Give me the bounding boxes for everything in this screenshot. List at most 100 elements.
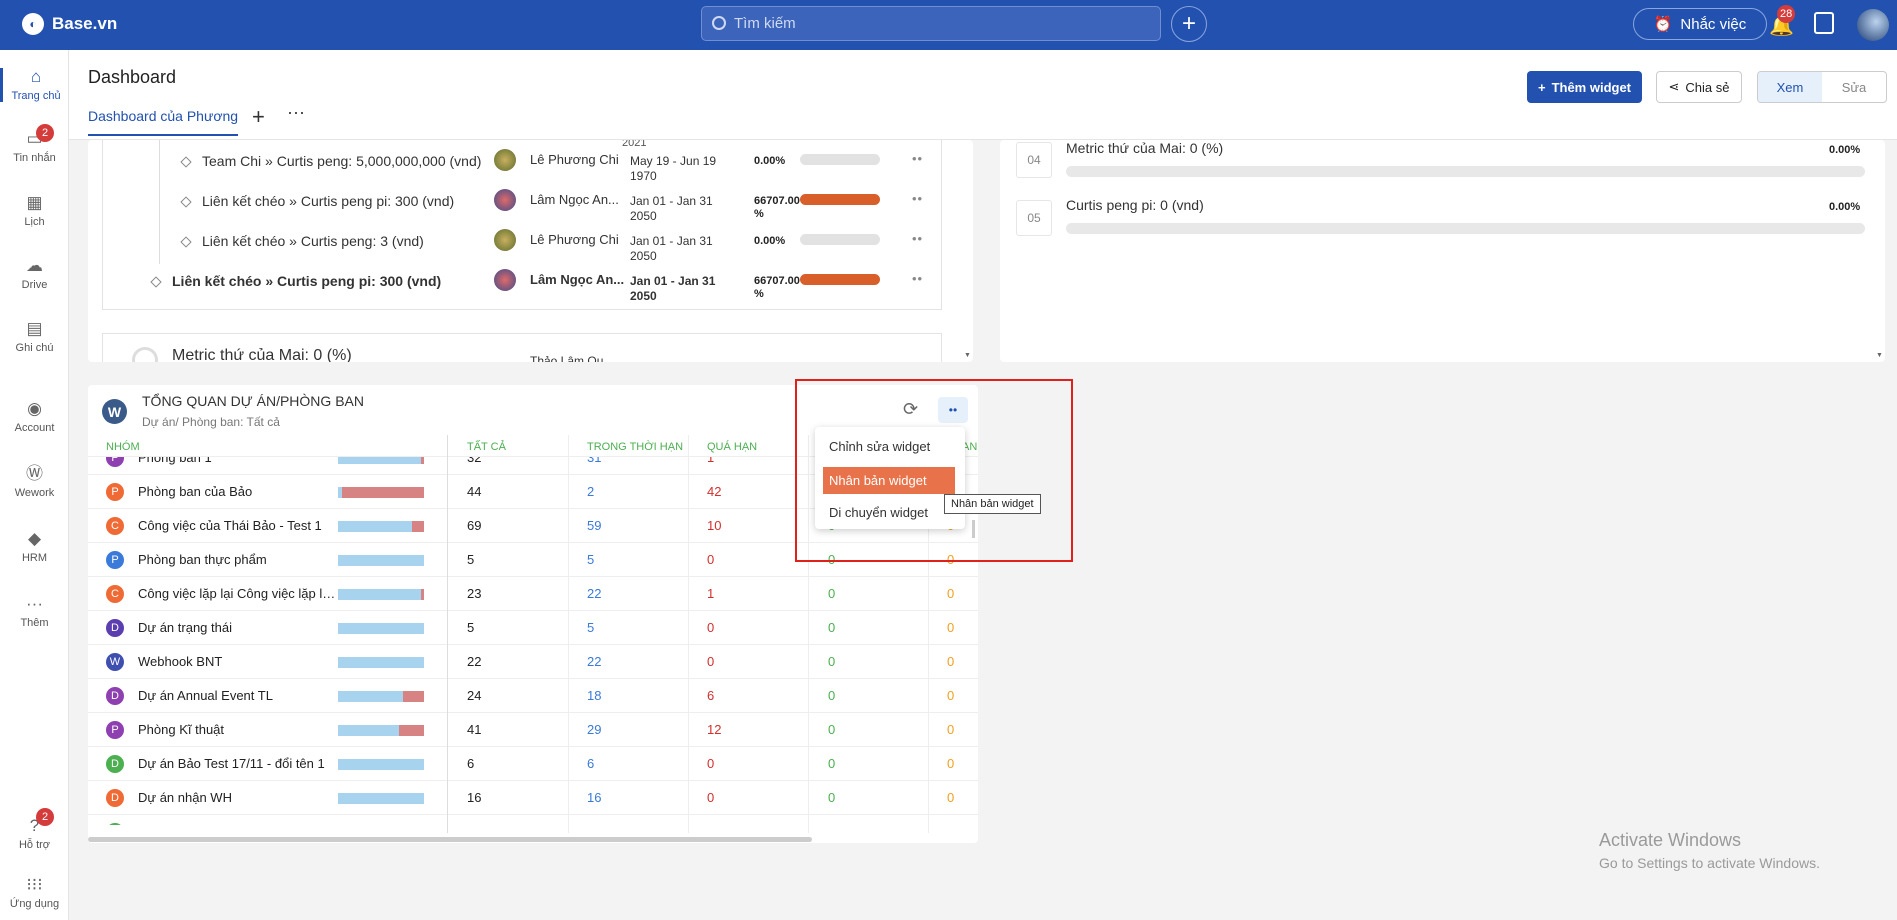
- table-row[interactable]: D Dự án nhận WH 16 16 0 0 0: [88, 781, 978, 815]
- share-button[interactable]: ⋖ Chia sẻ: [1656, 71, 1742, 103]
- sidebar-item-messages[interactable]: ▭ Tin nhắn: [0, 130, 69, 165]
- table-row[interactable]: D Dự án trạng thái 5 5 0 0 0: [88, 611, 978, 645]
- diamond-icon: [180, 156, 192, 168]
- edit-button[interactable]: Sửa: [1822, 72, 1886, 102]
- goal-row[interactable]: Liên kết chéo » Curtis peng pi: 300 (vnd…: [150, 273, 441, 289]
- group-name[interactable]: Công việc của Thái Bảo - Test 1: [138, 518, 338, 533]
- overdue-count: 42: [707, 484, 722, 499]
- alarm-icon: ⏰: [1653, 16, 1673, 33]
- sidebar-item-notes[interactable]: ▤ Ghi chú: [0, 319, 69, 355]
- row-menu-icon[interactable]: ••: [912, 271, 923, 286]
- column-header: NHÓM: [106, 441, 140, 453]
- table-row[interactable]: D Dự án Bảo Test 17/11 - đổi tên 1 6 6 0 0 0: [88, 747, 978, 781]
- row-menu-icon[interactable]: ••: [912, 231, 923, 246]
- table-row[interactable]: P Phòng Kĩ thuật 41 29 12 0 0: [88, 713, 978, 747]
- group-avatar: P: [106, 551, 124, 569]
- group-name[interactable]: Dự án nhận WH: [138, 790, 338, 805]
- create-button[interactable]: +: [1171, 6, 1207, 42]
- count-cell: 0: [828, 688, 836, 703]
- overdue-count: 3: [707, 824, 714, 825]
- total-count: 32: [467, 457, 482, 465]
- sidebar-item-account[interactable]: ◉ Account: [0, 400, 69, 435]
- windows-icon[interactable]: [1814, 12, 1834, 34]
- diamond-icon: [180, 196, 192, 208]
- table-row[interactable]: D Dự án Annual Event TL 24 18 6 0 0: [88, 679, 978, 713]
- avatar[interactable]: [1857, 9, 1889, 41]
- overdue-count: 0: [707, 552, 715, 567]
- view-button[interactable]: Xem: [1758, 72, 1822, 102]
- sidebar-item-apps[interactable]: ⁝⁝⁝ Ứng dụng: [0, 876, 69, 911]
- overdue-count: 0: [707, 790, 715, 805]
- remind-button[interactable]: ⏰ Nhắc việc: [1633, 8, 1767, 40]
- sidebar-item-more[interactable]: ··· Thêm: [0, 595, 69, 630]
- cut-date-text: 2021: [622, 140, 647, 149]
- goal-percent: 66707.00%: [754, 275, 800, 300]
- sidebar-item-calendar[interactable]: ▦ Lịch: [0, 194, 69, 229]
- group-progress-bar: [338, 589, 424, 600]
- group-avatar: C: [106, 823, 124, 825]
- group-progress-bar: [338, 657, 424, 668]
- goal-date: May 19 - Jun 19 1970: [630, 154, 717, 183]
- total-count: 22: [467, 654, 482, 669]
- widget-title: TỔNG QUAN DỰ ÁN/PHÒNG BAN: [142, 393, 364, 409]
- group-name[interactable]: Phòng ban 1: [138, 457, 338, 465]
- group-avatar: W: [106, 653, 124, 671]
- group-name[interactable]: Phòng Kĩ thuật: [138, 722, 338, 737]
- metric-progress-bar: [1066, 166, 1865, 177]
- count-cell: 0: [947, 722, 955, 737]
- metric-progress-bar: [1066, 223, 1865, 234]
- logo[interactable]: ◐ Base.vn: [22, 13, 117, 35]
- group-name[interactable]: Công việc của Hiền: [138, 824, 338, 825]
- on-time-count: 5: [587, 552, 595, 567]
- table-row[interactable]: C Công việc lặp lại Công việc lặp lại Côn…: [88, 577, 978, 611]
- group-name[interactable]: Công việc lặp lại Công việc lặp lại Công…: [138, 586, 338, 601]
- row-menu-icon[interactable]: ••: [912, 191, 923, 206]
- metric-percent: 0.00%: [1829, 144, 1861, 156]
- on-time-count: 59: [587, 518, 602, 533]
- group-progress-bar: [338, 457, 424, 464]
- search-input[interactable]: Tìm kiếm: [701, 6, 1161, 41]
- sidebar-item-drive[interactable]: ☁ Drive: [0, 257, 69, 292]
- add-tab-button[interactable]: +: [252, 104, 265, 130]
- scroll-down-icon[interactable]: ▼: [964, 352, 971, 359]
- sidebar-item-home[interactable]: ⌂ Trang chủ: [0, 68, 69, 102]
- count-cell: 0: [947, 620, 955, 635]
- tab-dashboard[interactable]: Dashboard của Phương: [88, 108, 239, 136]
- count-cell: 0: [828, 790, 836, 805]
- base-logo-icon: ◐: [22, 13, 44, 35]
- horizontal-scrollbar[interactable]: [88, 837, 812, 842]
- tab-more-button[interactable]: ···: [287, 102, 305, 123]
- group-name[interactable]: Phòng ban của Bảo: [138, 484, 338, 499]
- overdue-count: 1: [707, 457, 715, 465]
- scroll-down-icon[interactable]: ▼: [1876, 352, 1883, 359]
- sidebar-item-help[interactable]: ? Hỗ trợ: [0, 817, 69, 852]
- group-progress-bar: [338, 555, 424, 566]
- dashboard-header: Dashboard Dashboard của Phương + ··· + Th…: [69, 50, 1897, 140]
- total-count: 5: [467, 552, 475, 567]
- goal-percent: 0.00%: [754, 235, 786, 247]
- goal-row[interactable]: Liên kết chéo » Curtis peng: 3 (vnd): [180, 233, 424, 249]
- on-time-count: 29: [587, 722, 602, 737]
- group-name[interactable]: Phòng ban thực phẩm: [138, 552, 338, 567]
- sidebar-item-hrm[interactable]: ◆ HRM: [0, 530, 69, 565]
- table-row[interactable]: CCông việc của Hiền3027300: [88, 815, 978, 825]
- row-menu-icon[interactable]: ••: [912, 151, 923, 166]
- group-name[interactable]: Dự án trạng thái: [138, 620, 338, 635]
- goal-row[interactable]: Team Chi » Curtis peng: 5,000,000,000 (v…: [180, 153, 481, 169]
- help-badge: 2: [36, 808, 54, 826]
- count-cell: 0: [828, 824, 835, 825]
- group-name[interactable]: Dự án Annual Event TL: [138, 688, 338, 703]
- group-progress-bar: [338, 759, 424, 770]
- group-name[interactable]: Dự án Bảo Test 17/11 - đổi tên 1: [138, 756, 338, 771]
- tree-line: [159, 140, 160, 264]
- goal-row[interactable]: Liên kết chéo » Curtis peng pi: 300 (vnd…: [180, 193, 454, 209]
- count-cell: 0: [947, 586, 955, 601]
- sidebar-item-wework[interactable]: Ⓦ Wework: [0, 465, 69, 500]
- column-header: TRONG THỜI HẠN: [587, 441, 684, 453]
- table-row[interactable]: W Webhook BNT 22 22 0 0 0: [88, 645, 978, 679]
- add-widget-button[interactable]: + Thêm widget: [1527, 71, 1642, 103]
- note-icon: ▤: [26, 319, 43, 338]
- group-name[interactable]: Webhook BNT: [138, 654, 338, 669]
- count-cell: 0: [828, 722, 836, 737]
- on-time-count: 22: [587, 586, 602, 601]
